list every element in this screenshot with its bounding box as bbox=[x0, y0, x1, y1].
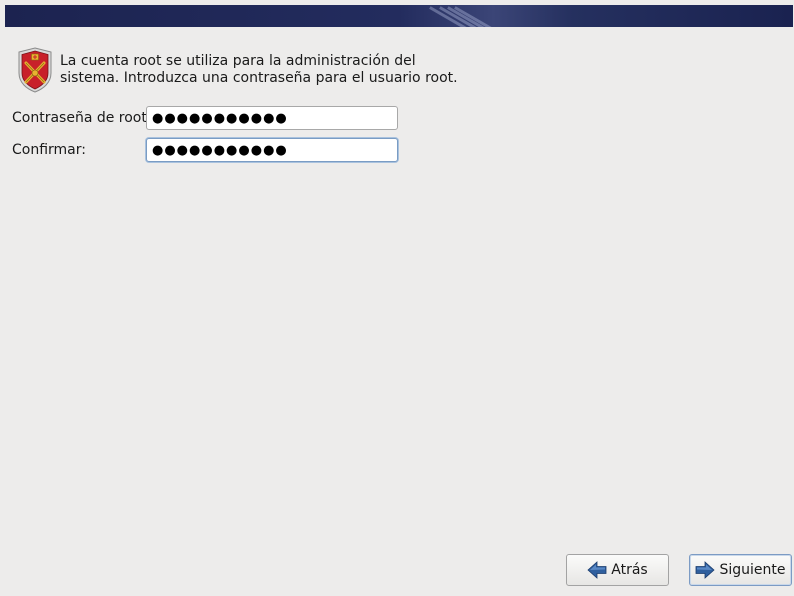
back-button[interactable]: Atrás bbox=[566, 554, 669, 586]
intro-line-1: La cuenta root se utiliza para la admini… bbox=[60, 53, 416, 69]
arrow-left-icon bbox=[587, 561, 607, 579]
confirm-password-input[interactable] bbox=[146, 138, 398, 162]
shield-icon bbox=[18, 47, 52, 93]
next-button-label: Siguiente bbox=[719, 562, 786, 578]
back-button-label: Atrás bbox=[611, 562, 648, 578]
intro-line-2: sistema. Introduzca una contraseña para … bbox=[60, 70, 458, 86]
root-password-label: Contraseña de root: bbox=[12, 110, 152, 126]
confirm-password-label: Confirmar: bbox=[12, 142, 86, 158]
next-button[interactable]: Siguiente bbox=[689, 554, 792, 586]
root-password-input[interactable] bbox=[146, 106, 398, 130]
root-password-page: La cuenta root se utiliza para la admini… bbox=[0, 0, 794, 596]
arrow-right-icon bbox=[696, 561, 716, 579]
header-banner bbox=[5, 5, 793, 27]
intro-text: La cuenta root se utiliza para la admini… bbox=[60, 53, 480, 87]
